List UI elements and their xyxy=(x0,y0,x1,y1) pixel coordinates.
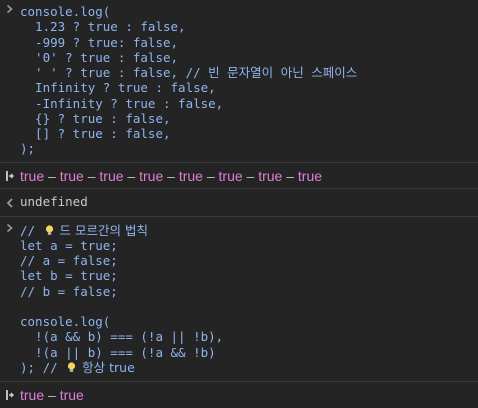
result-value: true xyxy=(218,167,243,184)
result-value: true xyxy=(139,167,164,184)
result-value: true xyxy=(59,387,84,403)
result-value: true xyxy=(20,387,45,403)
chevron-right-icon xyxy=(4,222,16,236)
result-value: true xyxy=(258,167,283,184)
lightbulb-icon xyxy=(68,362,76,372)
code-line: '0' ? true : false, xyxy=(20,49,179,65)
code-block[interactable]: console.log( 1.23 ? true : false, -999 ?… xyxy=(20,4,478,157)
closing-line: ); // 항상 true xyxy=(20,360,478,375)
code-line: let b = true; xyxy=(20,268,118,284)
result-value: true xyxy=(178,167,203,184)
value-separator: – xyxy=(282,167,298,184)
undefined-text: undefined xyxy=(20,193,88,209)
result-values: true – true – true – true – true – true … xyxy=(20,165,478,187)
console-result-entry-1: true – true – true – true – true – true … xyxy=(0,163,478,189)
code-line: console.log( xyxy=(20,314,111,329)
code-line: {} ? true : false, xyxy=(20,110,171,126)
value-separator: – xyxy=(44,167,60,184)
closing-comment: 항상 true xyxy=(78,359,135,375)
closing-prefix: ); // xyxy=(20,359,66,375)
code-line: Infinity ? true : false, xyxy=(20,80,216,96)
code-line: -Infinity ? true : false, xyxy=(20,95,224,111)
console-undefined-entry: undefined xyxy=(0,189,478,217)
comment-prefix: // xyxy=(20,222,43,238)
back-arrow-icon xyxy=(4,197,16,212)
comment-text: 드 모르간의 법칙 xyxy=(55,222,148,238)
code-line: ' ' ? true : false, // 빈 문자열이 아닌 스페이스 xyxy=(20,65,358,80)
result-return-icon xyxy=(4,389,16,404)
result-value: true xyxy=(59,167,84,184)
code-line: !(a && b) === (!a || !b), xyxy=(20,329,224,345)
chevron-right-icon xyxy=(4,3,16,17)
code-line: ); xyxy=(20,141,36,157)
result-value: true xyxy=(297,167,323,184)
code-block[interactable]: // 드 모르간의 법칙 let a = true;// a = false; l… xyxy=(20,223,478,376)
value-separator: – xyxy=(242,167,259,184)
code-line: 1.23 ? true : false, xyxy=(20,19,186,35)
result-value: true xyxy=(20,167,45,184)
devtools-console: console.log( 1.23 ? true : false, -999 ?… xyxy=(0,0,478,406)
console-input-entry-2[interactable]: // 드 모르간의 법칙 let a = true;// a = false; l… xyxy=(0,217,478,382)
value-separator: – xyxy=(163,167,179,184)
code-line: console.log( xyxy=(20,4,111,19)
comment-line: // 드 모르간의 법칙 xyxy=(20,223,478,238)
console-input-entry-1[interactable]: console.log( 1.23 ? true : false, -999 ?… xyxy=(0,0,478,163)
code-line: let a = true; xyxy=(20,237,118,253)
code-line: // a = false; xyxy=(20,253,118,268)
console-result-entry-2: true – true xyxy=(0,382,478,408)
value-separator: – xyxy=(123,167,140,184)
code-line: -999 ? true: false, xyxy=(20,34,179,50)
value-separator: – xyxy=(83,167,100,184)
value-separator: – xyxy=(44,387,60,403)
result-return-icon xyxy=(4,170,16,185)
code-line: !(a || b) === (!a && !b) xyxy=(20,344,216,360)
code-line: [] ? true : false, xyxy=(20,126,171,141)
result-value: true xyxy=(99,167,124,184)
result-values: true – true xyxy=(20,384,478,406)
code-line: // b = false; xyxy=(20,283,118,299)
lightbulb-icon xyxy=(45,224,53,235)
value-separator: – xyxy=(202,167,219,184)
